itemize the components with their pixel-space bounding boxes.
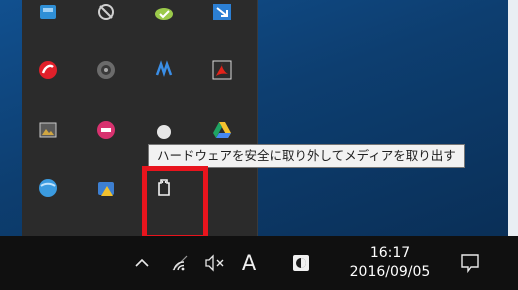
- blue-arrow-icon[interactable]: [200, 0, 244, 34]
- taskbar-clock[interactable]: 16:17 2016/09/05: [348, 236, 432, 290]
- clock-time: 16:17: [369, 245, 411, 261]
- photo-icon[interactable]: [26, 108, 70, 152]
- blue-app-icon[interactable]: [26, 0, 70, 34]
- wifi-icon[interactable]: [164, 236, 196, 290]
- pink-sync-icon[interactable]: [84, 108, 128, 152]
- trend-micro-icon[interactable]: [26, 48, 70, 92]
- warning-app-icon[interactable]: [84, 166, 128, 210]
- green-cloud-check-icon[interactable]: [142, 0, 186, 34]
- safely-remove-hardware-tooltip: ハードウェアを安全に取り外してメディアを取り出す: [148, 144, 465, 168]
- satellite-dish-icon[interactable]: [84, 0, 128, 34]
- tray-overflow-flyout: [22, 0, 258, 236]
- speaker-round-icon[interactable]: [84, 48, 128, 92]
- speaker-muted-icon[interactable]: [198, 236, 232, 290]
- blue-wave-icon[interactable]: [142, 48, 186, 92]
- show-hidden-icons-chevron-icon[interactable]: [126, 236, 158, 290]
- screen: ハードウェアを安全に取り外してメディアを取り出す A 16:17 2016/09…: [0, 0, 518, 290]
- blue-globe-icon[interactable]: [26, 166, 70, 210]
- action-center-icon[interactable]: [452, 236, 488, 290]
- taskbar: A: [0, 236, 518, 290]
- clock-date: 2016/09/05: [349, 264, 431, 280]
- ime-mode-indicator[interactable]: A: [234, 236, 264, 290]
- desktop-edge: [508, 0, 518, 236]
- app-tray-icon[interactable]: [284, 236, 318, 290]
- highlight-annotation-frame: [142, 166, 208, 240]
- adobe-acrobat-icon[interactable]: [200, 48, 244, 92]
